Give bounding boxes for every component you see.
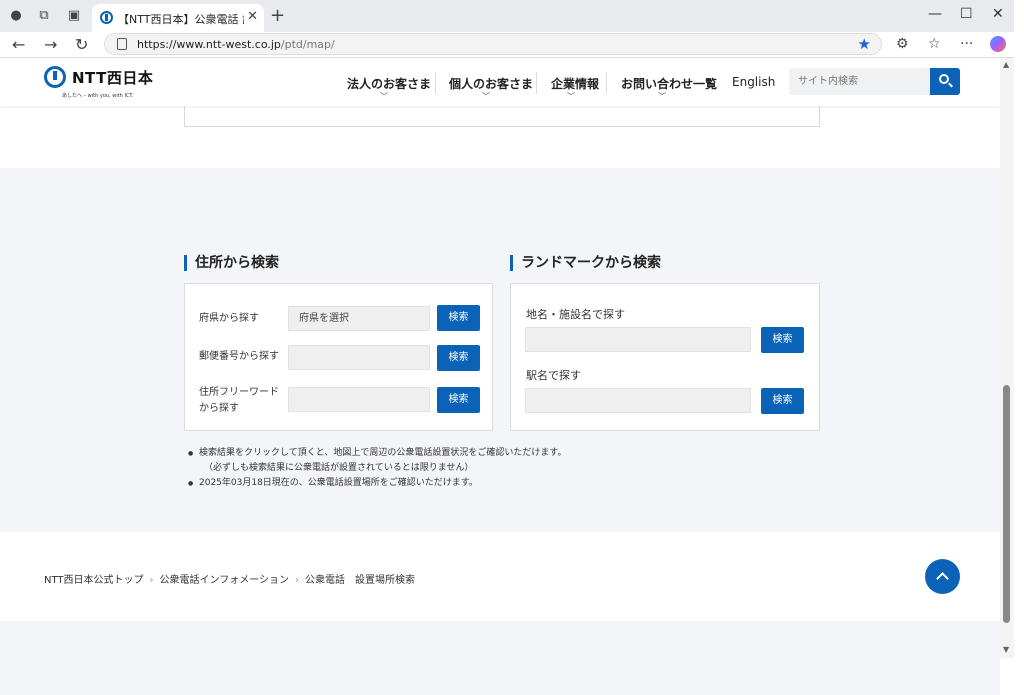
- ntt-favicon-icon: [100, 11, 113, 24]
- logo-text[interactable]: NTT西日本: [72, 67, 153, 88]
- maximize-icon[interactable]: ☐: [960, 6, 973, 22]
- breadcrumb: NTT西日本公式トップ › 公衆電話インフォメーション › 公衆電話 設置場所検索: [44, 571, 415, 586]
- page-viewport: NTT西日本 あしたへ – with you, with ICT. 法人のお客さ…: [0, 58, 1000, 695]
- minimize-icon[interactable]: —: [928, 6, 942, 22]
- address-bar-row: ← → ↻ https://www.ntt-west.co.jp/ptd/map…: [0, 32, 1024, 58]
- note-item: 検索結果をクリックして頂くと、地図上で周辺の公衆電話設置状況をご確認いただけます…: [188, 446, 566, 461]
- chevron-right-icon: ›: [149, 575, 154, 586]
- tab-title: 【NTT西日本】公衆電話 設置場所検索: [118, 13, 244, 26]
- breadcrumb-current: 公衆電話 設置場所検索: [305, 575, 416, 586]
- forward-icon[interactable]: →: [44, 35, 57, 54]
- scroll-down-icon[interactable]: ▼: [1003, 645, 1009, 654]
- close-tab-icon[interactable]: ✕: [247, 9, 258, 24]
- station-name-label: 駅名で探す: [526, 369, 581, 382]
- lock-icon[interactable]: [117, 38, 127, 50]
- chevron-down-icon: ﹀: [658, 92, 666, 101]
- profile-icon[interactable]: ●: [8, 8, 24, 24]
- footer: [0, 621, 1000, 695]
- upper-box: [184, 106, 820, 127]
- search-notes: 検索結果をクリックして頂くと、地図上で周辺の公衆電話設置状況をご確認いただけます…: [188, 446, 566, 491]
- prefecture-select[interactable]: 府県を選択: [288, 306, 430, 331]
- nav-contact[interactable]: お問い合わせ一覧: [621, 75, 717, 92]
- url-field[interactable]: https://www.ntt-west.co.jp/ptd/map/ ★: [104, 33, 882, 55]
- prefecture-search-button[interactable]: 検索: [437, 305, 480, 331]
- nav-english[interactable]: English: [732, 75, 775, 89]
- page-top-button[interactable]: [925, 559, 960, 594]
- back-icon[interactable]: ←: [12, 35, 25, 54]
- address-freeword-search-button[interactable]: 検索: [437, 387, 480, 413]
- site-header: NTT西日本 あしたへ – with you, with ICT. 法人のお客さ…: [0, 58, 1000, 106]
- postal-code-search-button[interactable]: 検索: [437, 345, 480, 371]
- station-name-search-button[interactable]: 検索: [761, 388, 804, 414]
- nav-company[interactable]: 企業情報: [551, 75, 599, 92]
- prefecture-label: 府県から探す: [199, 313, 259, 324]
- chevron-right-icon: ›: [295, 575, 300, 586]
- place-name-input[interactable]: [525, 327, 751, 352]
- ntt-logo-icon[interactable]: [44, 66, 66, 88]
- breadcrumb-payphone-info-link[interactable]: 公衆電話インフォメーション: [160, 575, 290, 586]
- address-search-title: 住所から検索: [184, 255, 279, 271]
- site-search-button[interactable]: [930, 68, 960, 95]
- place-name-search-button[interactable]: 検索: [761, 327, 804, 353]
- extensions-icon[interactable]: ⚙: [896, 36, 909, 52]
- favorites-icon[interactable]: ☆: [928, 36, 941, 52]
- more-menu-icon[interactable]: ···: [960, 36, 973, 52]
- tab-actions-icon[interactable]: ▣: [66, 8, 82, 24]
- note-subtext: （必ずしも検索結果に公衆電話が設置されているとは限りません）: [204, 463, 474, 473]
- page-scrollbar[interactable]: ▲ ▼: [1000, 58, 1014, 658]
- nav-corporate[interactable]: 法人のお客さま: [347, 75, 431, 92]
- nav-divider: [606, 72, 607, 94]
- nav-divider: [435, 72, 436, 94]
- close-window-icon[interactable]: ✕: [992, 6, 1004, 22]
- nav-divider: [536, 72, 537, 94]
- landmark-search-title: ランドマークから検索: [510, 255, 661, 271]
- address-freeword-input[interactable]: [288, 387, 430, 412]
- url-text: https://www.ntt-west.co.jp/ptd/map/: [137, 38, 335, 51]
- station-name-input[interactable]: [525, 388, 751, 413]
- site-search-input[interactable]: [789, 68, 930, 95]
- address-freeword-label: 住所フリーワード から探す: [199, 387, 279, 414]
- logo-tagline: あしたへ – with you, with ICT.: [62, 93, 134, 99]
- postal-code-label: 郵便番号から探す: [199, 351, 279, 362]
- copilot-icon[interactable]: [990, 36, 1006, 52]
- place-name-label: 地名・施設名で探す: [526, 308, 625, 321]
- postal-code-input[interactable]: [288, 345, 430, 370]
- breadcrumb-top-link[interactable]: NTT西日本公式トップ: [44, 575, 144, 586]
- chevron-down-icon: ﹀: [482, 92, 490, 101]
- address-search-panel: 府県から探す 府県を選択 検索 郵便番号から探す 検索 住所フリーワード から探…: [184, 283, 493, 431]
- new-tab-icon[interactable]: +: [270, 5, 285, 26]
- browser-tab-bar: ● ⧉ ▣ 【NTT西日本】公衆電話 設置場所検索 ✕ + — ☐ ✕: [0, 0, 1024, 32]
- browser-tab[interactable]: 【NTT西日本】公衆電話 設置場所検索 ✕: [92, 4, 264, 32]
- note-item: 2025年03月18日現在の、公衆電話設置場所をご確認いただけます。: [188, 476, 566, 491]
- workspaces-icon[interactable]: ⧉: [36, 8, 52, 24]
- chevron-down-icon: ﹀: [380, 92, 388, 101]
- reload-icon[interactable]: ↻: [75, 35, 88, 54]
- chevron-down-icon: ﹀: [567, 92, 575, 101]
- scroll-up-icon[interactable]: ▲: [1003, 60, 1009, 69]
- favorite-star-icon[interactable]: ★: [858, 35, 871, 53]
- scroll-thumb[interactable]: [1003, 385, 1010, 623]
- nav-personal[interactable]: 個人のお客さま: [449, 75, 533, 92]
- landmark-search-panel: 地名・施設名で探す 検索 駅名で探す 検索: [510, 283, 820, 431]
